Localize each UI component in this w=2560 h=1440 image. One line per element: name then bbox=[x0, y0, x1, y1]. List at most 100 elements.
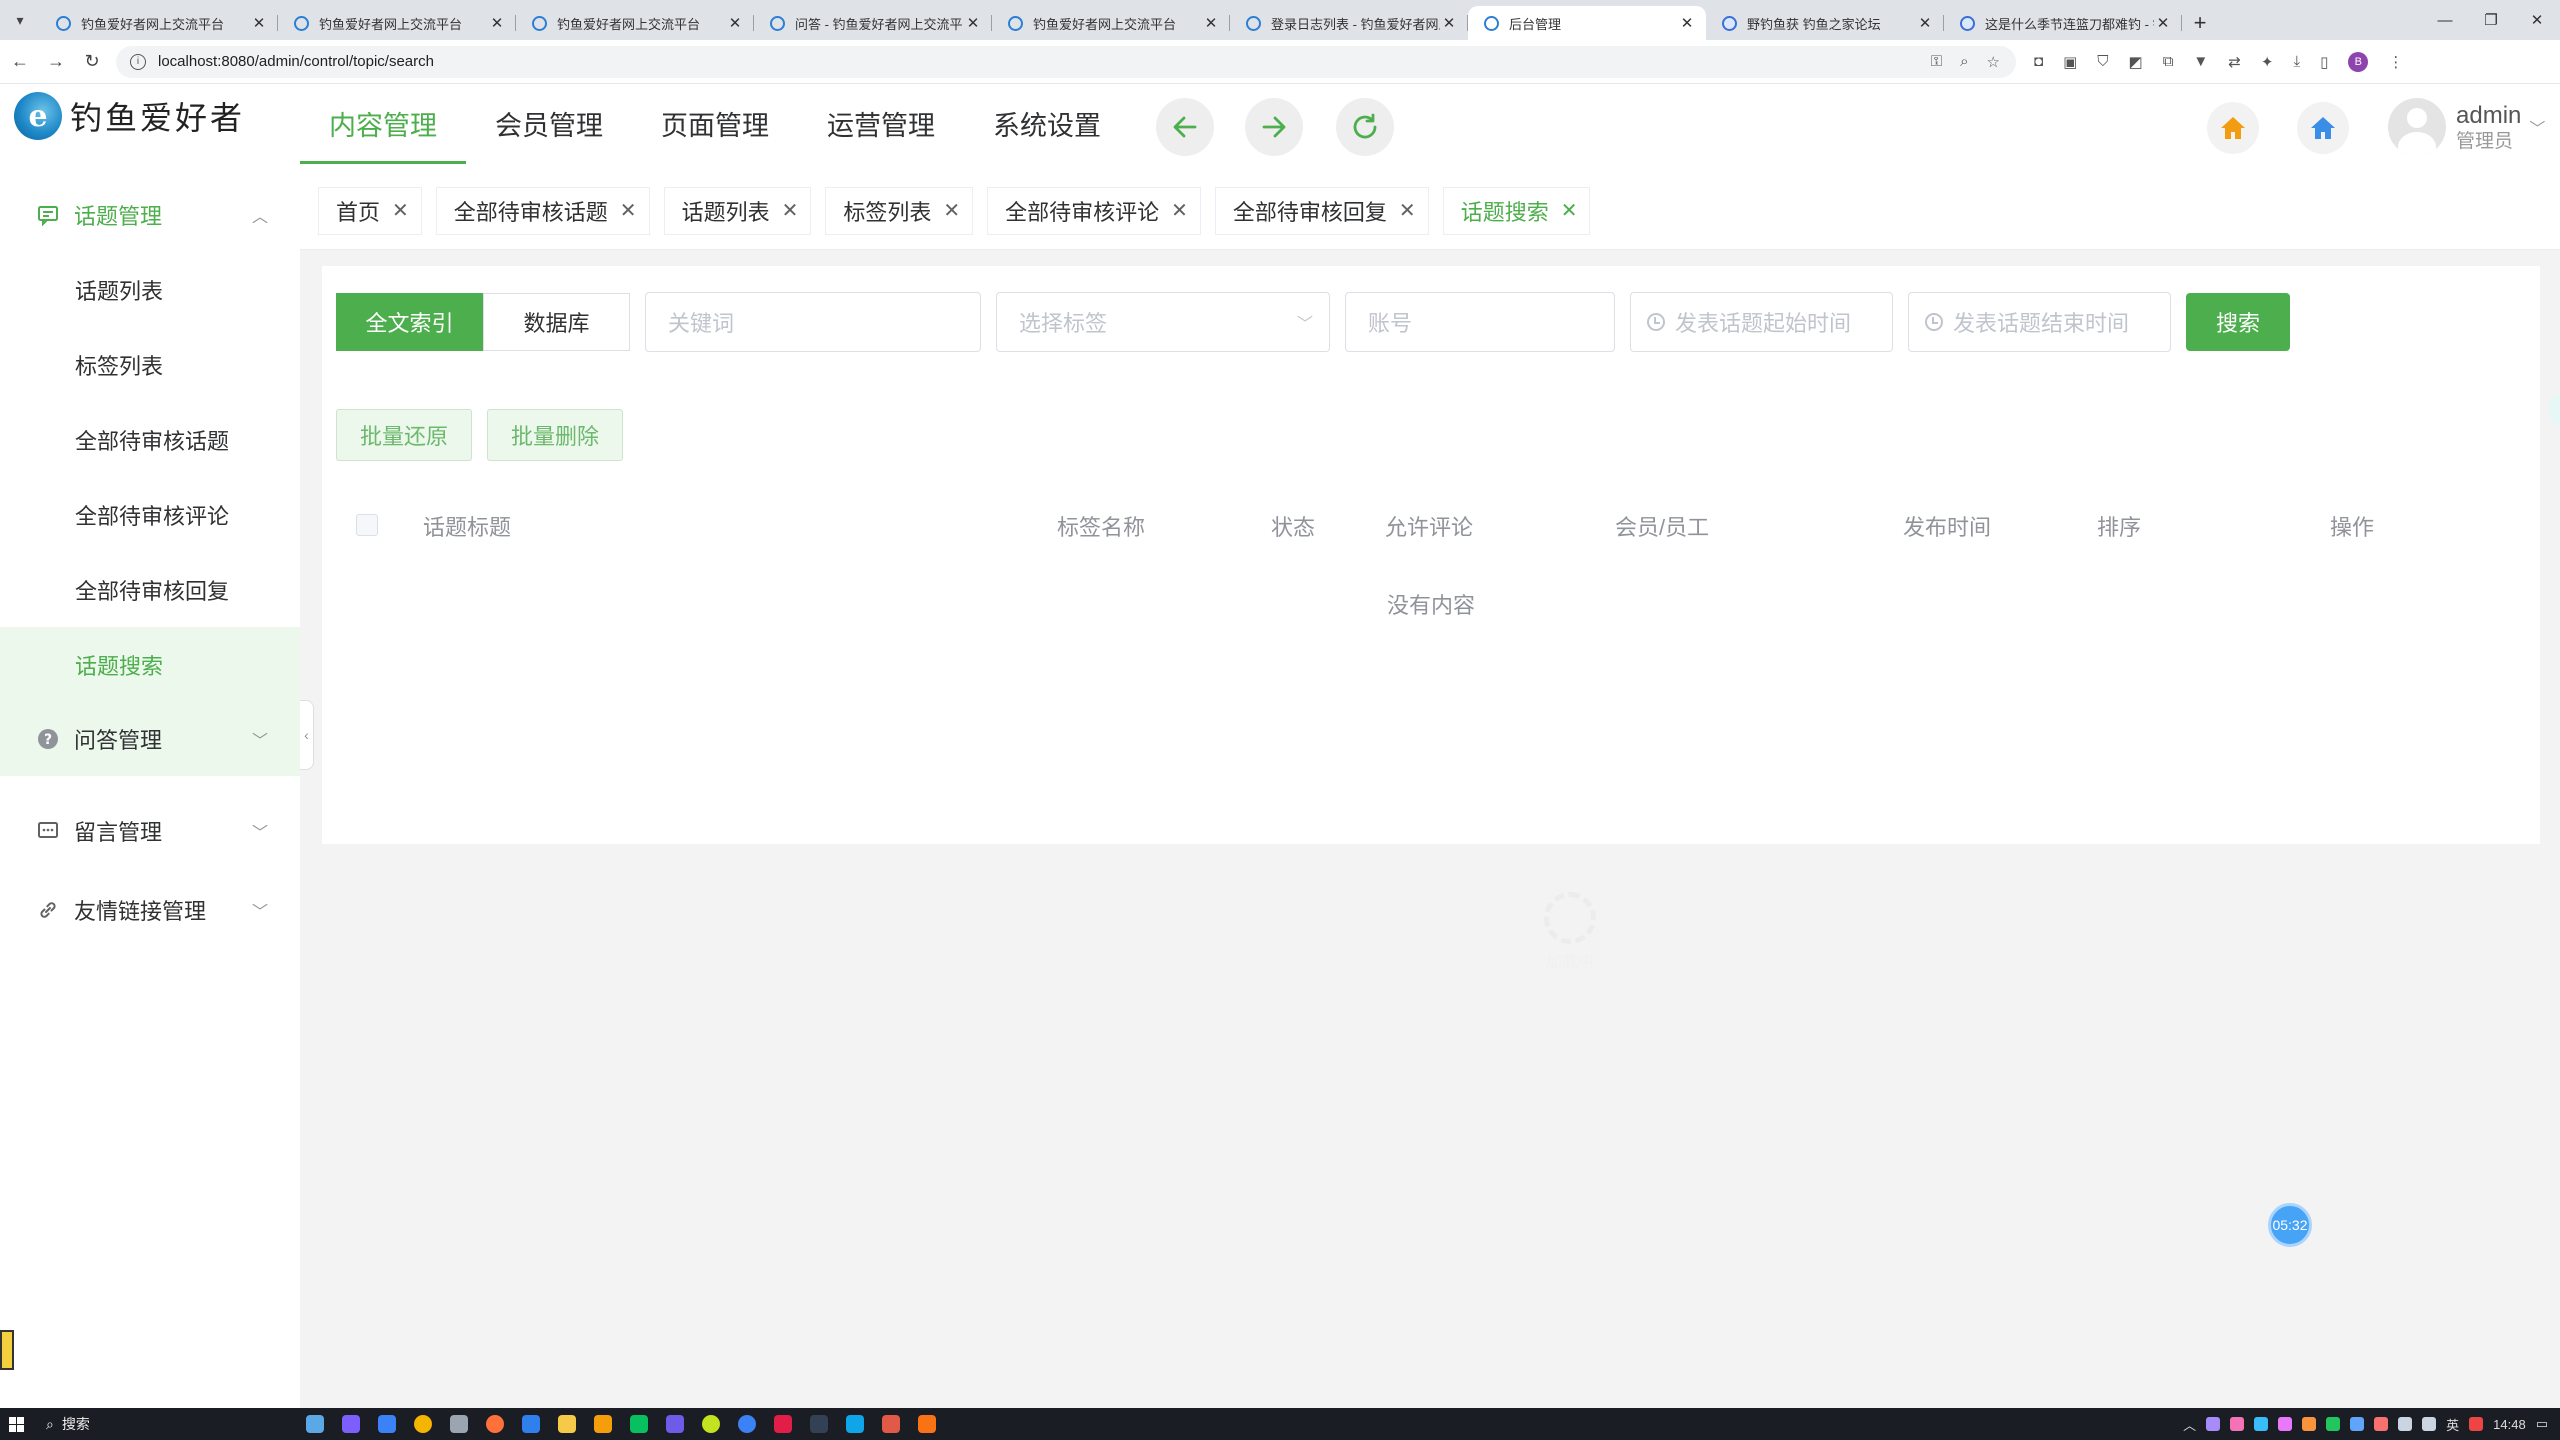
browser-tab[interactable]: 登录日志列表 - 钓鱼爱好者网上 ✕ bbox=[1230, 6, 1468, 40]
close-icon[interactable]: ✕ bbox=[620, 198, 637, 223]
app-icon[interactable] bbox=[702, 1415, 720, 1433]
tag-pending-topics[interactable]: 全部待审核话题 ✕ bbox=[435, 186, 650, 235]
frontend-home-button[interactable] bbox=[2207, 102, 2259, 154]
app-icon[interactable] bbox=[810, 1415, 828, 1433]
key-icon[interactable]: ⚿ bbox=[1931, 53, 1942, 71]
chevron-up-icon[interactable]: ︿ bbox=[2183, 1415, 2196, 1434]
app-icon[interactable] bbox=[450, 1415, 468, 1433]
close-icon[interactable]: ✕ bbox=[1171, 198, 1188, 223]
extension-icon[interactable]: ◩ bbox=[2129, 53, 2143, 71]
close-icon[interactable]: ✕ bbox=[943, 198, 960, 223]
browser-tab-active[interactable]: 后台管理 ✕ bbox=[1468, 6, 1706, 40]
more-menu-icon[interactable]: ⋮ bbox=[2388, 53, 2403, 71]
tag-pending-comments[interactable]: 全部待审核评论 ✕ bbox=[987, 186, 1201, 235]
puzzle-icon[interactable]: ✦ bbox=[2261, 53, 2274, 71]
chrome-icon[interactable] bbox=[414, 1415, 432, 1433]
shield-icon[interactable]: ⛉ bbox=[2097, 53, 2108, 70]
browser-tab[interactable]: 钓鱼爱好者网上交流平台 ✕ bbox=[278, 6, 516, 40]
firefox-icon[interactable] bbox=[486, 1415, 504, 1433]
nav-operation-management[interactable]: 运营管理 bbox=[798, 84, 964, 162]
sidebar-item-pending-replies[interactable]: 全部待审核回复 bbox=[0, 552, 300, 627]
windows-start-icon[interactable] bbox=[0, 1408, 32, 1440]
tab-close-icon[interactable]: ✕ bbox=[1678, 14, 1696, 32]
app-icon[interactable] bbox=[846, 1415, 864, 1433]
tray-icon[interactable] bbox=[2350, 1417, 2365, 1431]
browser-tab[interactable]: 钓鱼爱好者网上交流平台 ✕ bbox=[40, 6, 278, 40]
site-logo[interactable]: e 钓鱼爱好者 bbox=[14, 92, 245, 140]
filter-icon[interactable]: ▼ bbox=[2193, 53, 2208, 70]
notification-icon[interactable]: ▭ bbox=[2536, 1416, 2548, 1432]
floating-widget-icon[interactable] bbox=[0, 1330, 14, 1370]
taskbar-clock[interactable]: 14:48 bbox=[2493, 1417, 2526, 1432]
bookmark-star-icon[interactable]: ☆ bbox=[1987, 53, 2000, 71]
browser-tab[interactable]: 这是什么季节连篮刀都难钓 - 钓 ✕ bbox=[1944, 6, 2182, 40]
sidebar-item-topic-list[interactable]: 话题列表 bbox=[0, 252, 300, 327]
tray-icon[interactable] bbox=[2302, 1417, 2317, 1431]
restore-icon[interactable]: ❐ bbox=[2468, 11, 2514, 29]
reload-icon[interactable]: ↻ bbox=[76, 51, 108, 72]
browser-tab[interactable]: 钓鱼爱好者网上交流平台 ✕ bbox=[992, 6, 1230, 40]
sidebar-item-topic-search[interactable]: 话题搜索 bbox=[0, 627, 300, 702]
tray-icon[interactable] bbox=[2230, 1417, 2245, 1431]
download-icon[interactable]: ⤓ bbox=[2293, 53, 2300, 70]
tag-tag-list[interactable]: 标签列表 ✕ bbox=[825, 186, 974, 235]
browser-tab[interactable]: 野钓鱼获 钓鱼之家论坛 ✕ bbox=[1706, 6, 1944, 40]
keyword-input[interactable]: 关键词 bbox=[645, 292, 981, 352]
image-icon[interactable]: ▣ bbox=[2063, 53, 2077, 71]
zoom-icon[interactable]: ⌕ bbox=[1960, 53, 1968, 71]
tag-pending-replies[interactable]: 全部待审核回复 ✕ bbox=[1214, 186, 1429, 235]
address-bar[interactable]: i localhost:8080/admin/control/topic/sea… bbox=[116, 45, 2016, 78]
mode-fulltext-button[interactable]: 全文索引 bbox=[336, 293, 483, 351]
app-icon[interactable] bbox=[522, 1415, 540, 1433]
wechat-tray-icon[interactable] bbox=[2326, 1417, 2341, 1431]
nav-content-management[interactable]: 内容管理 bbox=[300, 84, 466, 164]
tag-home[interactable]: 首页 ✕ bbox=[318, 186, 422, 235]
close-window-icon[interactable]: ✕ bbox=[2514, 11, 2560, 29]
search-button[interactable]: 搜索 bbox=[2186, 293, 2290, 351]
tag-topic-list[interactable]: 话题列表 ✕ bbox=[663, 186, 812, 235]
account-input[interactable]: 账号 bbox=[1345, 292, 1615, 352]
close-icon[interactable]: ✕ bbox=[392, 198, 409, 223]
app-icon[interactable] bbox=[666, 1415, 684, 1433]
profile-avatar[interactable]: B bbox=[2348, 51, 2369, 72]
app-icon[interactable] bbox=[306, 1415, 324, 1433]
app-icon[interactable] bbox=[378, 1415, 396, 1433]
sidebar-collapse-handle[interactable]: ‹ bbox=[300, 700, 314, 770]
sidebar-group-topic-management[interactable]: 话题管理 ︿ bbox=[0, 178, 300, 252]
camera-icon[interactable]: ◘ bbox=[2034, 53, 2043, 70]
taskbar-search[interactable]: ⌕ 搜索 bbox=[32, 1408, 292, 1440]
sidebar-item-pending-comments[interactable]: 全部待审核评论 bbox=[0, 477, 300, 552]
tab-close-icon[interactable]: ✕ bbox=[2154, 14, 2172, 32]
app-icon[interactable] bbox=[774, 1415, 792, 1433]
forward-arrow-icon[interactable]: → bbox=[40, 51, 72, 72]
nav-page-management[interactable]: 页面管理 bbox=[632, 84, 798, 162]
tab-close-icon[interactable]: ✕ bbox=[1916, 14, 1934, 32]
browser-tab[interactable]: 钓鱼爱好者网上交流平台 ✕ bbox=[516, 6, 754, 40]
tray-icon[interactable] bbox=[2278, 1417, 2293, 1431]
copy-icon[interactable]: ⧉ bbox=[2163, 53, 2174, 70]
app-icon[interactable] bbox=[882, 1415, 900, 1433]
volume-icon[interactable] bbox=[2422, 1417, 2437, 1431]
close-icon[interactable]: ✕ bbox=[1561, 198, 1578, 223]
app-icon[interactable] bbox=[918, 1415, 936, 1433]
sidepanel-icon[interactable]: ▯ bbox=[2320, 53, 2328, 71]
tab-close-icon[interactable]: ✕ bbox=[726, 14, 744, 32]
minimize-icon[interactable]: — bbox=[2422, 12, 2468, 29]
end-time-picker[interactable]: 发表话题结束时间 bbox=[1908, 292, 2171, 352]
tab-close-icon[interactable]: ✕ bbox=[1440, 14, 1458, 32]
close-icon[interactable]: ✕ bbox=[1399, 198, 1416, 223]
tag-select[interactable]: 选择标签 ﹀ bbox=[996, 292, 1330, 352]
tray-icon[interactable] bbox=[2254, 1417, 2269, 1431]
tab-search-icon[interactable]: ▾ bbox=[0, 0, 40, 40]
mode-database-button[interactable]: 数据库 bbox=[483, 293, 630, 351]
sidebar-group-friend-link-management[interactable]: 友情链接管理 ﹀ bbox=[0, 868, 300, 952]
tab-close-icon[interactable]: ✕ bbox=[488, 14, 506, 32]
batch-delete-button[interactable]: 批量删除 bbox=[487, 409, 624, 461]
tray-icon[interactable] bbox=[2374, 1417, 2389, 1431]
floating-timer[interactable]: 05:32 bbox=[2268, 1203, 2312, 1247]
start-time-picker[interactable]: 发表话题起始时间 bbox=[1630, 292, 1893, 352]
user-menu[interactable]: admin 管理员 ﹀ bbox=[2388, 98, 2545, 156]
browser-tab[interactable]: 问答 - 钓鱼爱好者网上交流平台 ✕ bbox=[754, 6, 992, 40]
sidebar-item-pending-topics[interactable]: 全部待审核话题 bbox=[0, 402, 300, 477]
nav-member-management[interactable]: 会员管理 bbox=[466, 84, 632, 162]
